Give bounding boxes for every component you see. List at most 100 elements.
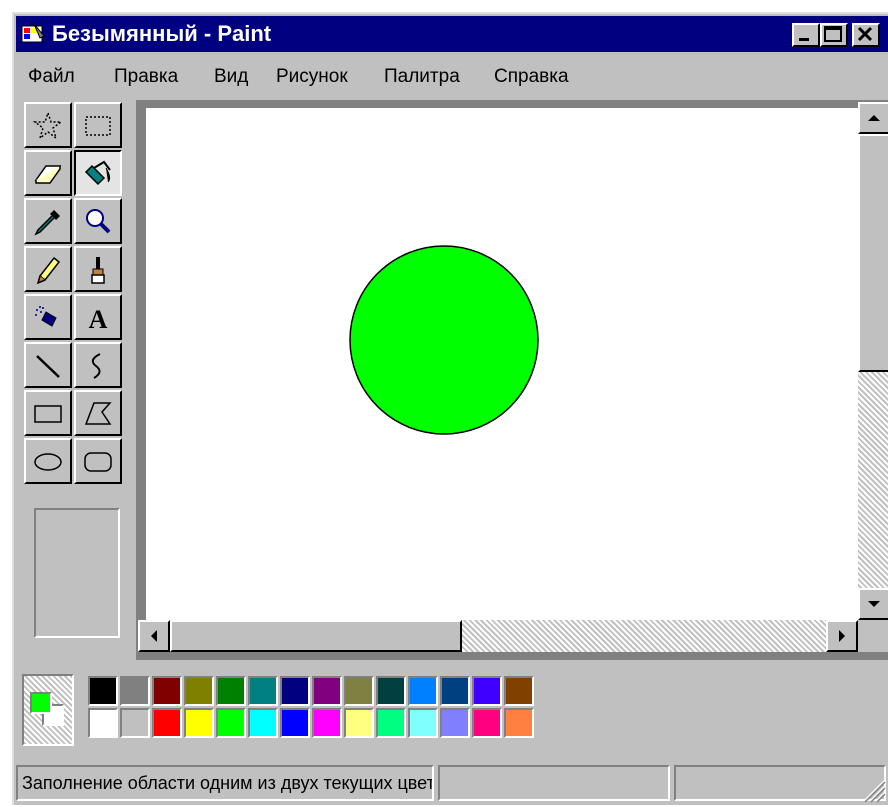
palette-swatch[interactable] <box>440 708 470 738</box>
maximize-button[interactable] <box>820 23 848 47</box>
palette-swatch[interactable] <box>88 676 118 706</box>
svg-text:A: A <box>89 305 108 334</box>
tool-pick-color[interactable] <box>24 198 72 244</box>
tool-rounded-rectangle[interactable] <box>74 438 122 484</box>
maximize-icon <box>824 26 842 42</box>
palette-swatch[interactable] <box>216 676 246 706</box>
close-icon <box>857 26 873 42</box>
brush-icon <box>91 257 105 284</box>
magnifier-icon <box>86 209 111 234</box>
tool-rectangle[interactable] <box>24 390 72 436</box>
curve-icon <box>91 353 101 379</box>
menu-file[interactable]: Файл <box>28 62 75 92</box>
toolbox: A <box>22 100 126 646</box>
tool-brush[interactable] <box>74 246 122 292</box>
tool-fill[interactable] <box>74 150 122 196</box>
vertical-scrollbar[interactable] <box>858 102 888 620</box>
window-title: Безымянный - Paint <box>52 21 272 46</box>
palette-swatch[interactable] <box>184 676 214 706</box>
tool-ellipse[interactable] <box>24 438 72 484</box>
rect-select-icon <box>85 116 111 136</box>
palette-swatch[interactable] <box>408 708 438 738</box>
current-colors[interactable] <box>22 674 74 746</box>
horizontal-scrollbar[interactable] <box>138 620 858 652</box>
tool-curve[interactable] <box>74 342 122 388</box>
palette-swatch[interactable] <box>312 676 342 706</box>
palette-swatches <box>88 676 536 744</box>
polygon-icon <box>84 402 112 425</box>
canvas-area <box>136 100 888 660</box>
status-message: Заполнение области одним из двух текущих… <box>16 765 434 801</box>
palette-swatch[interactable] <box>248 708 278 738</box>
eraser-icon <box>34 165 62 184</box>
title-bar[interactable]: Безымянный - Paint <box>16 16 888 52</box>
palette-swatch[interactable] <box>248 676 278 706</box>
tool-rect-select[interactable] <box>74 102 122 148</box>
tool-text[interactable]: A <box>74 294 122 340</box>
palette-swatch[interactable] <box>376 708 406 738</box>
palette-swatch[interactable] <box>280 708 310 738</box>
tool-polygon[interactable] <box>74 390 122 436</box>
paint-window: Безымянный - Paint Файл Правка Вид Рисун… <box>12 12 888 805</box>
free-select-icon <box>32 110 64 140</box>
airbrush-icon <box>35 306 57 327</box>
menu-help[interactable]: Справка <box>494 62 569 92</box>
scroll-right-button[interactable] <box>826 620 858 652</box>
scroll-corner <box>858 620 888 652</box>
palette-swatch[interactable] <box>216 708 246 738</box>
rectangle-icon <box>34 405 62 423</box>
status-coords <box>438 765 670 801</box>
palette-swatch[interactable] <box>152 676 182 706</box>
palette-swatch[interactable] <box>344 676 374 706</box>
rounded-rectangle-icon <box>84 452 112 472</box>
palette-swatch[interactable] <box>120 676 150 706</box>
ellipse-icon <box>34 453 62 471</box>
pencil-icon <box>36 256 61 285</box>
status-size <box>674 765 886 801</box>
palette-swatch[interactable] <box>120 708 150 738</box>
tool-airbrush[interactable] <box>24 294 72 340</box>
menu-edit[interactable]: Правка <box>114 62 178 92</box>
palette-swatch[interactable] <box>408 676 438 706</box>
arrow-up-icon <box>868 115 880 121</box>
palette-swatch[interactable] <box>312 708 342 738</box>
palette-swatch[interactable] <box>280 676 310 706</box>
paint-app-icon[interactable] <box>20 22 46 46</box>
menu-image[interactable]: Рисунок <box>276 62 348 92</box>
drawing-canvas[interactable] <box>146 108 858 620</box>
palette-swatch[interactable] <box>376 676 406 706</box>
menu-view[interactable]: Вид <box>214 62 248 92</box>
resize-grip-icon[interactable] <box>858 775 886 803</box>
horizontal-scroll-thumb[interactable] <box>170 620 462 652</box>
palette-swatch[interactable] <box>504 676 534 706</box>
tool-magnifier[interactable] <box>74 198 122 244</box>
palette-swatch[interactable] <box>440 676 470 706</box>
arrow-right-icon <box>839 630 845 642</box>
tool-eraser[interactable] <box>24 150 72 196</box>
arrow-down-icon <box>868 601 880 607</box>
palette-swatch[interactable] <box>472 708 502 738</box>
palette-swatch[interactable] <box>344 708 374 738</box>
menu-colors[interactable]: Палитра <box>384 62 460 92</box>
palette-swatch[interactable] <box>472 676 502 706</box>
tool-free-form-select[interactable] <box>24 102 72 148</box>
color-palette <box>22 674 542 746</box>
scroll-left-button[interactable] <box>138 620 170 652</box>
tool-options-panel[interactable] <box>34 508 120 638</box>
vertical-scroll-thumb[interactable] <box>858 134 888 372</box>
tool-pencil[interactable] <box>24 246 72 292</box>
text-icon: A <box>89 305 108 334</box>
status-bar: Заполнение области одним из двух текущих… <box>14 759 888 807</box>
palette-swatch[interactable] <box>504 708 534 738</box>
foreground-color-swatch[interactable] <box>30 692 52 714</box>
close-button[interactable] <box>852 23 880 47</box>
menu-bar: Файл Правка Вид Рисунок Палитра Справка <box>16 60 888 96</box>
scroll-up-button[interactable] <box>858 102 888 134</box>
scroll-down-button[interactable] <box>858 588 888 620</box>
palette-swatch[interactable] <box>184 708 214 738</box>
palette-swatch[interactable] <box>152 708 182 738</box>
palette-swatch[interactable] <box>88 708 118 738</box>
eyedropper-icon <box>34 210 60 236</box>
minimize-button[interactable] <box>792 23 820 47</box>
tool-line[interactable] <box>24 342 72 388</box>
